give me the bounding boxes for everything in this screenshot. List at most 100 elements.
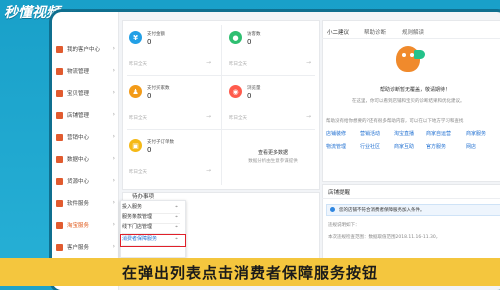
diagnosis-message: 帮助诊断暂无覆盖，敬请期待！ bbox=[380, 87, 451, 93]
truck-icon bbox=[56, 67, 63, 75]
headset-icon bbox=[56, 243, 63, 251]
chevron-right-icon: › bbox=[112, 199, 115, 206]
yuan-icon: ¥ bbox=[129, 31, 142, 44]
arrow-right-icon: → bbox=[205, 59, 211, 66]
sidebar-item-software[interactable]: 软件服务 › bbox=[52, 194, 118, 212]
stat-label: 访客数 bbox=[247, 32, 261, 37]
megaphone-icon bbox=[414, 50, 425, 59]
chevron-right-icon: › bbox=[112, 89, 115, 96]
link-live[interactable]: 淘宝直播 bbox=[394, 130, 414, 137]
sidebar-item-label: 宝贝管理 bbox=[67, 91, 90, 97]
chevron-right-icon: › bbox=[112, 221, 115, 228]
sidebar-item-customer-service[interactable]: 客户服务 › bbox=[52, 238, 118, 256]
more-data-sub: 数据分析由生意参谋提供 bbox=[248, 159, 298, 164]
arrow-right-icon: → bbox=[205, 167, 211, 174]
pin-icon: ⌖ bbox=[175, 204, 178, 210]
sidebar-item-products[interactable]: 宝贝管理 › bbox=[52, 84, 118, 102]
stat-value: 0 bbox=[147, 92, 152, 100]
link-mutual-help[interactable]: 商家互助 bbox=[394, 143, 414, 150]
help-question: 帮助没有给你想要的?还有很多帮助内容，可以在以下地方学习和查找 bbox=[326, 119, 464, 124]
store-icon bbox=[56, 111, 63, 119]
sidebar-item-label: 数据中心 bbox=[67, 157, 90, 163]
more-data-title: 查看更多数据 bbox=[257, 150, 288, 156]
sidebar-item-sourcing[interactable]: 货源中心 › bbox=[52, 172, 118, 190]
info-icon bbox=[330, 207, 335, 212]
link-self-operation[interactable]: 商家自运营 bbox=[426, 130, 451, 137]
sidebar-item-customer-center[interactable]: 我的客户中心 › bbox=[52, 40, 118, 58]
notice-bar: 您的店铺不符合消费者保障服务加入条件。 bbox=[326, 204, 500, 216]
dropdown-item-label: 线下门店管理 bbox=[122, 224, 153, 230]
stat-value: 0 bbox=[147, 38, 152, 46]
sidebar-item-marketing[interactable]: 营销中心 › bbox=[52, 128, 118, 146]
chevron-right-icon: › bbox=[112, 177, 115, 184]
violation-detail: 本次违规检查范围：数据取值范围2018.11.16-11.30， bbox=[328, 235, 441, 240]
caption-text: 在弹出列表点击消费者保障服务按钮 bbox=[121, 263, 378, 282]
arrow-right-icon: → bbox=[205, 113, 211, 120]
sidebar-item-label: 物流管理 bbox=[67, 69, 90, 75]
visitor-icon: ● bbox=[229, 31, 242, 44]
sidebar: 我的客户中心 › 物流管理 › 宝贝管理 › 店铺管理 › 营销中心 › 数据中… bbox=[52, 12, 119, 290]
chevron-right-icon: › bbox=[112, 111, 115, 118]
chevron-right-icon: › bbox=[112, 155, 115, 162]
notice-text: 您的店铺不符合消费者保障服务加入条件。 bbox=[339, 208, 425, 213]
stat-sub: 昨日全天 bbox=[229, 62, 247, 67]
link-web-store[interactable]: 网店 bbox=[466, 143, 476, 150]
box-icon bbox=[56, 89, 63, 97]
stat-sub: 昨日全天 bbox=[129, 116, 147, 121]
chart-icon bbox=[56, 155, 63, 163]
chevron-right-icon: › bbox=[112, 243, 115, 250]
stat-paying-buyers[interactable]: ♟ 支付买家数 0 昨日全天 → bbox=[125, 79, 215, 127]
arrow-right-icon: → bbox=[305, 59, 311, 66]
chevron-right-icon: › bbox=[112, 67, 115, 74]
link-logistics[interactable]: 物流管理 bbox=[326, 143, 346, 150]
sidebar-item-label: 我的客户中心 bbox=[67, 47, 101, 53]
sidebar-item-data[interactable]: 数据中心 › bbox=[52, 150, 118, 168]
dropdown-item-label: 投入服务 bbox=[122, 204, 143, 210]
more-data[interactable]: 查看更多数据 数据分析由生意参谋提供 bbox=[231, 149, 315, 164]
highlight-box bbox=[120, 234, 186, 247]
sidebar-item-label: 淘宝服务 bbox=[67, 223, 90, 229]
link-merchant-service[interactable]: 商家服务 bbox=[466, 130, 486, 137]
megaphone-icon bbox=[56, 133, 63, 141]
service-icon bbox=[56, 221, 63, 229]
pin-icon: ⌖ bbox=[175, 224, 178, 230]
stat-label: 浏览量 bbox=[247, 86, 261, 91]
stat-value: 0 bbox=[247, 92, 252, 100]
sidebar-item-label: 软件服务 bbox=[67, 201, 90, 207]
sidebar-item-label: 客户服务 bbox=[67, 245, 90, 251]
link-community[interactable]: 行业社区 bbox=[360, 143, 380, 150]
stat-payment-amount[interactable]: ¥ 支付金额 0 昨日全天 → bbox=[125, 25, 215, 73]
link-store-decor[interactable]: 店铺装修 bbox=[326, 130, 346, 137]
sidebar-item-taobao-service[interactable]: 淘宝服务 › bbox=[52, 216, 118, 234]
stat-visitors[interactable]: ● 访客数 0 昨日全天 → bbox=[225, 25, 315, 73]
stat-value: 0 bbox=[247, 38, 252, 46]
link-official-service[interactable]: 官方服务 bbox=[426, 143, 446, 150]
tab-xiaoer[interactable]: 小二建议 bbox=[327, 28, 349, 36]
stat-sub-orders[interactable]: ▣ 支付子订单数 0 昨日全天 → bbox=[125, 133, 215, 181]
violation-sub: 违规说明如下： bbox=[328, 223, 360, 228]
todo-title: 待办事项 bbox=[132, 194, 155, 200]
software-icon bbox=[56, 199, 63, 207]
pin-icon: ⌖ bbox=[175, 214, 178, 220]
stat-pageviews[interactable]: ◉ 浏览量 0 昨日全天 → bbox=[225, 79, 315, 127]
buyer-icon: ♟ bbox=[129, 85, 142, 98]
stat-sub: 昨日全天 bbox=[129, 62, 147, 67]
tab-diagnosis[interactable]: 帮助诊断 bbox=[364, 28, 386, 36]
seller-dashboard-screen: 我的客户中心 › 物流管理 › 宝贝管理 › 店铺管理 › 营销中心 › 数据中… bbox=[52, 12, 500, 290]
stat-sub: 昨日全天 bbox=[229, 116, 247, 121]
tab-rules[interactable]: 规则解读 bbox=[402, 28, 424, 36]
stat-label: 支付子订单数 bbox=[147, 140, 174, 145]
chevron-right-icon: › bbox=[112, 45, 115, 52]
sidebar-item-label: 店铺管理 bbox=[67, 113, 90, 119]
dropdown-item-offline-store[interactable]: 线下门店管理 ⌖ bbox=[122, 223, 180, 234]
sidebar-item-store[interactable]: 店铺管理 › bbox=[52, 106, 118, 124]
link-marketing[interactable]: 营销活动 bbox=[360, 130, 380, 137]
stat-label: 支付买家数 bbox=[147, 86, 170, 91]
stat-value: 0 bbox=[147, 146, 152, 154]
source-icon bbox=[56, 177, 63, 185]
stats-card: ¥ 支付金额 0 昨日全天 → ● 访客数 0 昨日全天 → ♟ 支付买家数 0… bbox=[122, 20, 320, 190]
diagnosis-note: 在这里，你可以看到店铺和宝贝的诊断结果和优化建议。 bbox=[352, 99, 465, 104]
menu-icon bbox=[56, 45, 63, 53]
eye-icon: ◉ bbox=[229, 85, 242, 98]
sidebar-item-logistics[interactable]: 物流管理 › bbox=[52, 62, 118, 80]
